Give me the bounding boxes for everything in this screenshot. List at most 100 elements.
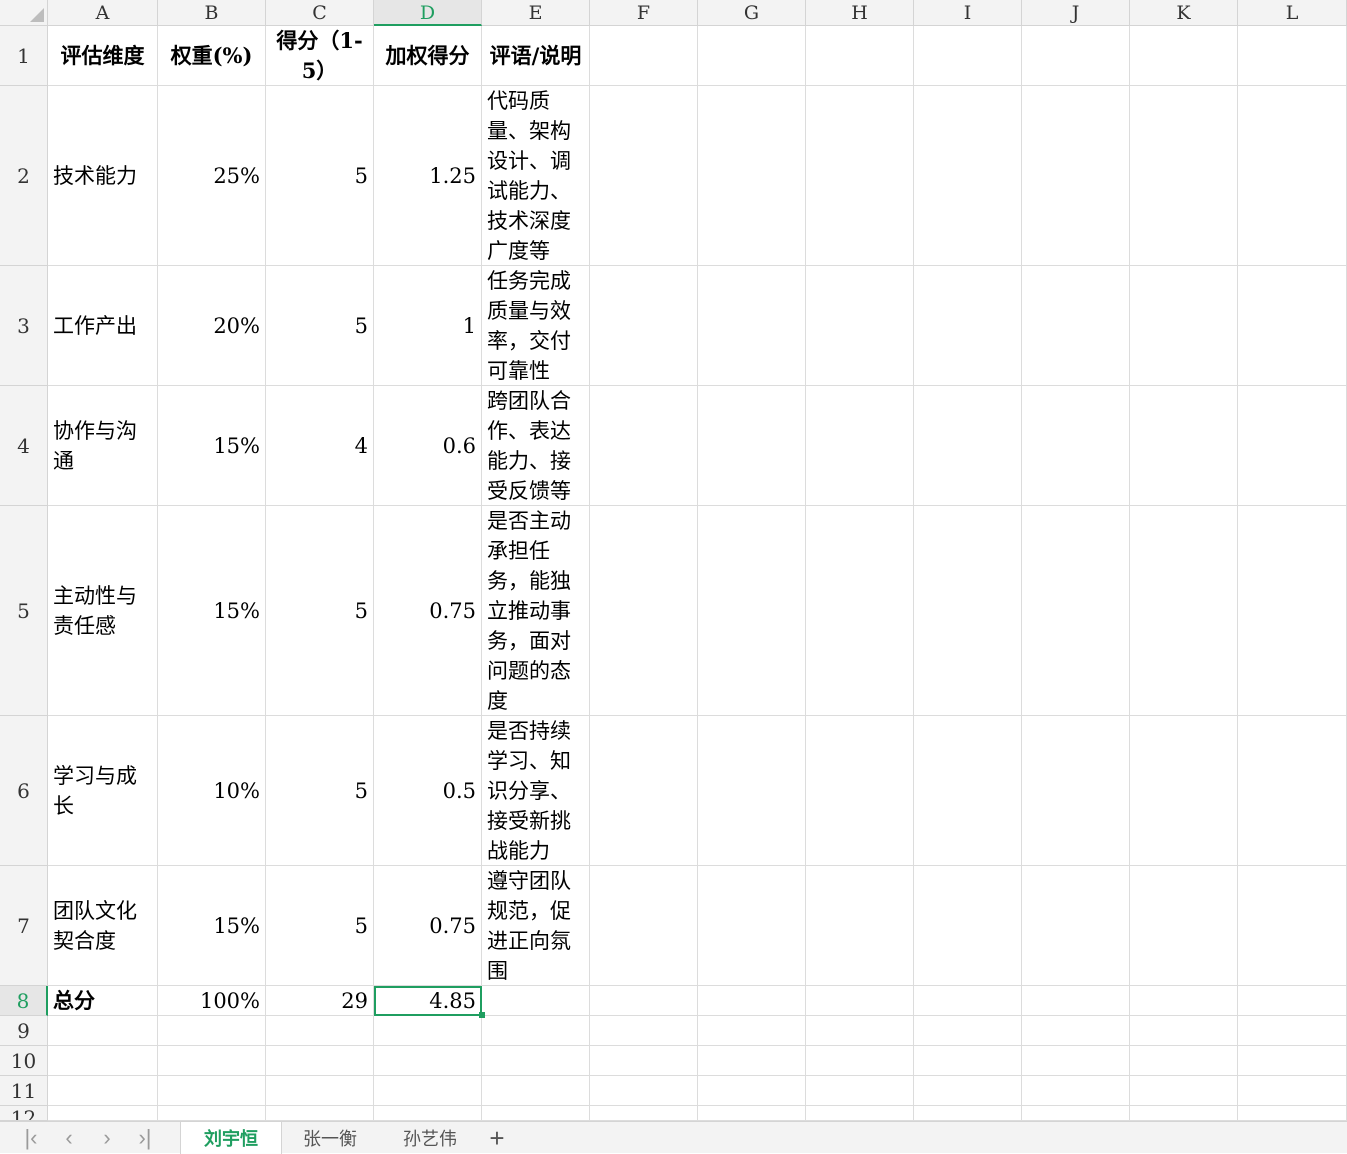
empty-cell[interactable] (914, 1016, 1022, 1046)
empty-cell[interactable] (806, 86, 914, 266)
empty-cell[interactable] (806, 1106, 914, 1121)
empty-cell[interactable] (1130, 1076, 1238, 1106)
column-header-j[interactable]: J (1022, 0, 1130, 26)
first-sheet-icon[interactable]: |‹ (16, 1124, 46, 1152)
empty-cell[interactable] (1130, 266, 1238, 386)
row-header-5[interactable]: 5 (0, 506, 48, 716)
empty-cell[interactable] (590, 266, 698, 386)
cell-c7-score[interactable]: 5 (266, 866, 374, 986)
column-header-f[interactable]: F (590, 0, 698, 26)
sheet-tab-1[interactable]: 刘宇恒 (180, 1122, 282, 1154)
column-header-b[interactable]: B (158, 0, 266, 26)
empty-cell[interactable] (914, 506, 1022, 716)
empty-cell[interactable] (806, 1076, 914, 1106)
empty-cell[interactable] (1238, 1076, 1347, 1106)
row-header-12[interactable]: 12 (0, 1106, 48, 1121)
empty-cell[interactable] (914, 26, 1022, 86)
empty-cell[interactable] (806, 1016, 914, 1046)
cell-c4-score[interactable]: 4 (266, 386, 374, 506)
empty-cell[interactable] (914, 266, 1022, 386)
empty-cell[interactable] (158, 1106, 266, 1121)
cell-b8-total-weight[interactable]: 100% (158, 986, 266, 1016)
empty-cell[interactable] (590, 1106, 698, 1121)
empty-cell[interactable] (698, 1076, 806, 1106)
empty-cell[interactable] (48, 1046, 158, 1076)
empty-cell[interactable] (1130, 986, 1238, 1016)
row-header-4[interactable]: 4 (0, 386, 48, 506)
empty-cell[interactable] (1238, 266, 1347, 386)
cell-b6-weight[interactable]: 10% (158, 716, 266, 866)
empty-cell[interactable] (1130, 86, 1238, 266)
empty-cell[interactable] (698, 1016, 806, 1046)
column-header-l[interactable]: L (1238, 0, 1347, 26)
cell-b5-weight[interactable]: 15% (158, 506, 266, 716)
empty-cell[interactable] (1238, 1016, 1347, 1046)
empty-cell[interactable] (1022, 386, 1130, 506)
cell-e2-comment[interactable]: 代码质量、架构设计、调试能力、技术深度广度等 (482, 86, 590, 266)
empty-cell[interactable] (266, 1076, 374, 1106)
column-header-h[interactable]: H (806, 0, 914, 26)
empty-cell[interactable] (590, 716, 698, 866)
cell-d8-total-weighted[interactable]: 4.85 (374, 986, 482, 1016)
empty-cell[interactable] (590, 506, 698, 716)
empty-cell[interactable] (1130, 866, 1238, 986)
empty-cell[interactable] (590, 86, 698, 266)
column-header-a[interactable]: A (48, 0, 158, 26)
empty-cell[interactable] (698, 866, 806, 986)
empty-cell[interactable] (1022, 266, 1130, 386)
empty-cell[interactable] (698, 986, 806, 1016)
row-header-11[interactable]: 11 (0, 1076, 48, 1106)
empty-cell[interactable] (374, 1106, 482, 1121)
sheet-tab-2[interactable]: 张一衡 (280, 1122, 380, 1154)
empty-cell[interactable] (1022, 986, 1130, 1016)
sheet-tab-3[interactable]: 孙艺伟 (380, 1122, 480, 1154)
empty-cell[interactable] (590, 1016, 698, 1046)
empty-cell[interactable] (482, 986, 590, 1016)
empty-cell[interactable] (914, 986, 1022, 1016)
empty-cell[interactable] (590, 986, 698, 1016)
cell-e1-header-comment[interactable]: 评语/说明 (482, 26, 590, 86)
empty-cell[interactable] (1238, 1046, 1347, 1076)
cell-d4-weighted[interactable]: 0.6 (374, 386, 482, 506)
empty-cell[interactable] (1238, 986, 1347, 1016)
cell-a4-dimension[interactable]: 协作与沟通 (48, 386, 158, 506)
empty-cell[interactable] (590, 1046, 698, 1076)
empty-cell[interactable] (806, 506, 914, 716)
column-header-k[interactable]: K (1130, 0, 1238, 26)
empty-cell[interactable] (1238, 26, 1347, 86)
empty-cell[interactable] (806, 986, 914, 1016)
empty-cell[interactable] (1022, 506, 1130, 716)
empty-cell[interactable] (590, 1076, 698, 1106)
cell-b2-weight[interactable]: 25% (158, 86, 266, 266)
column-header-i[interactable]: I (914, 0, 1022, 26)
cell-c8-total-score[interactable]: 29 (266, 986, 374, 1016)
empty-cell[interactable] (374, 1046, 482, 1076)
cell-c3-score[interactable]: 5 (266, 266, 374, 386)
next-sheet-icon[interactable]: › (92, 1124, 122, 1152)
cell-e5-comment[interactable]: 是否主动承担任务，能独立推动事务，面对问题的态度 (482, 506, 590, 716)
cell-d1-header-weighted[interactable]: 加权得分 (374, 26, 482, 86)
cell-a6-dimension[interactable]: 学习与成长 (48, 716, 158, 866)
empty-cell[interactable] (482, 1016, 590, 1046)
empty-cell[interactable] (1022, 716, 1130, 866)
empty-cell[interactable] (698, 266, 806, 386)
cell-d6-weighted[interactable]: 0.5 (374, 716, 482, 866)
cell-d2-weighted[interactable]: 1.25 (374, 86, 482, 266)
empty-cell[interactable] (914, 386, 1022, 506)
empty-cell[interactable] (482, 1046, 590, 1076)
empty-cell[interactable] (914, 1076, 1022, 1106)
empty-cell[interactable] (590, 26, 698, 86)
row-header-10[interactable]: 10 (0, 1046, 48, 1076)
cell-c1-header-score[interactable]: 得分（1-5） (266, 26, 374, 86)
column-header-g[interactable]: G (698, 0, 806, 26)
empty-cell[interactable] (266, 1106, 374, 1121)
empty-cell[interactable] (374, 1076, 482, 1106)
cell-b7-weight[interactable]: 15% (158, 866, 266, 986)
empty-cell[interactable] (158, 1016, 266, 1046)
cell-e4-comment[interactable]: 跨团队合作、表达能力、接受反馈等 (482, 386, 590, 506)
row-header-2[interactable]: 2 (0, 86, 48, 266)
empty-cell[interactable] (1130, 716, 1238, 866)
column-header-c[interactable]: C (266, 0, 374, 26)
cell-c2-score[interactable]: 5 (266, 86, 374, 266)
empty-cell[interactable] (914, 716, 1022, 866)
